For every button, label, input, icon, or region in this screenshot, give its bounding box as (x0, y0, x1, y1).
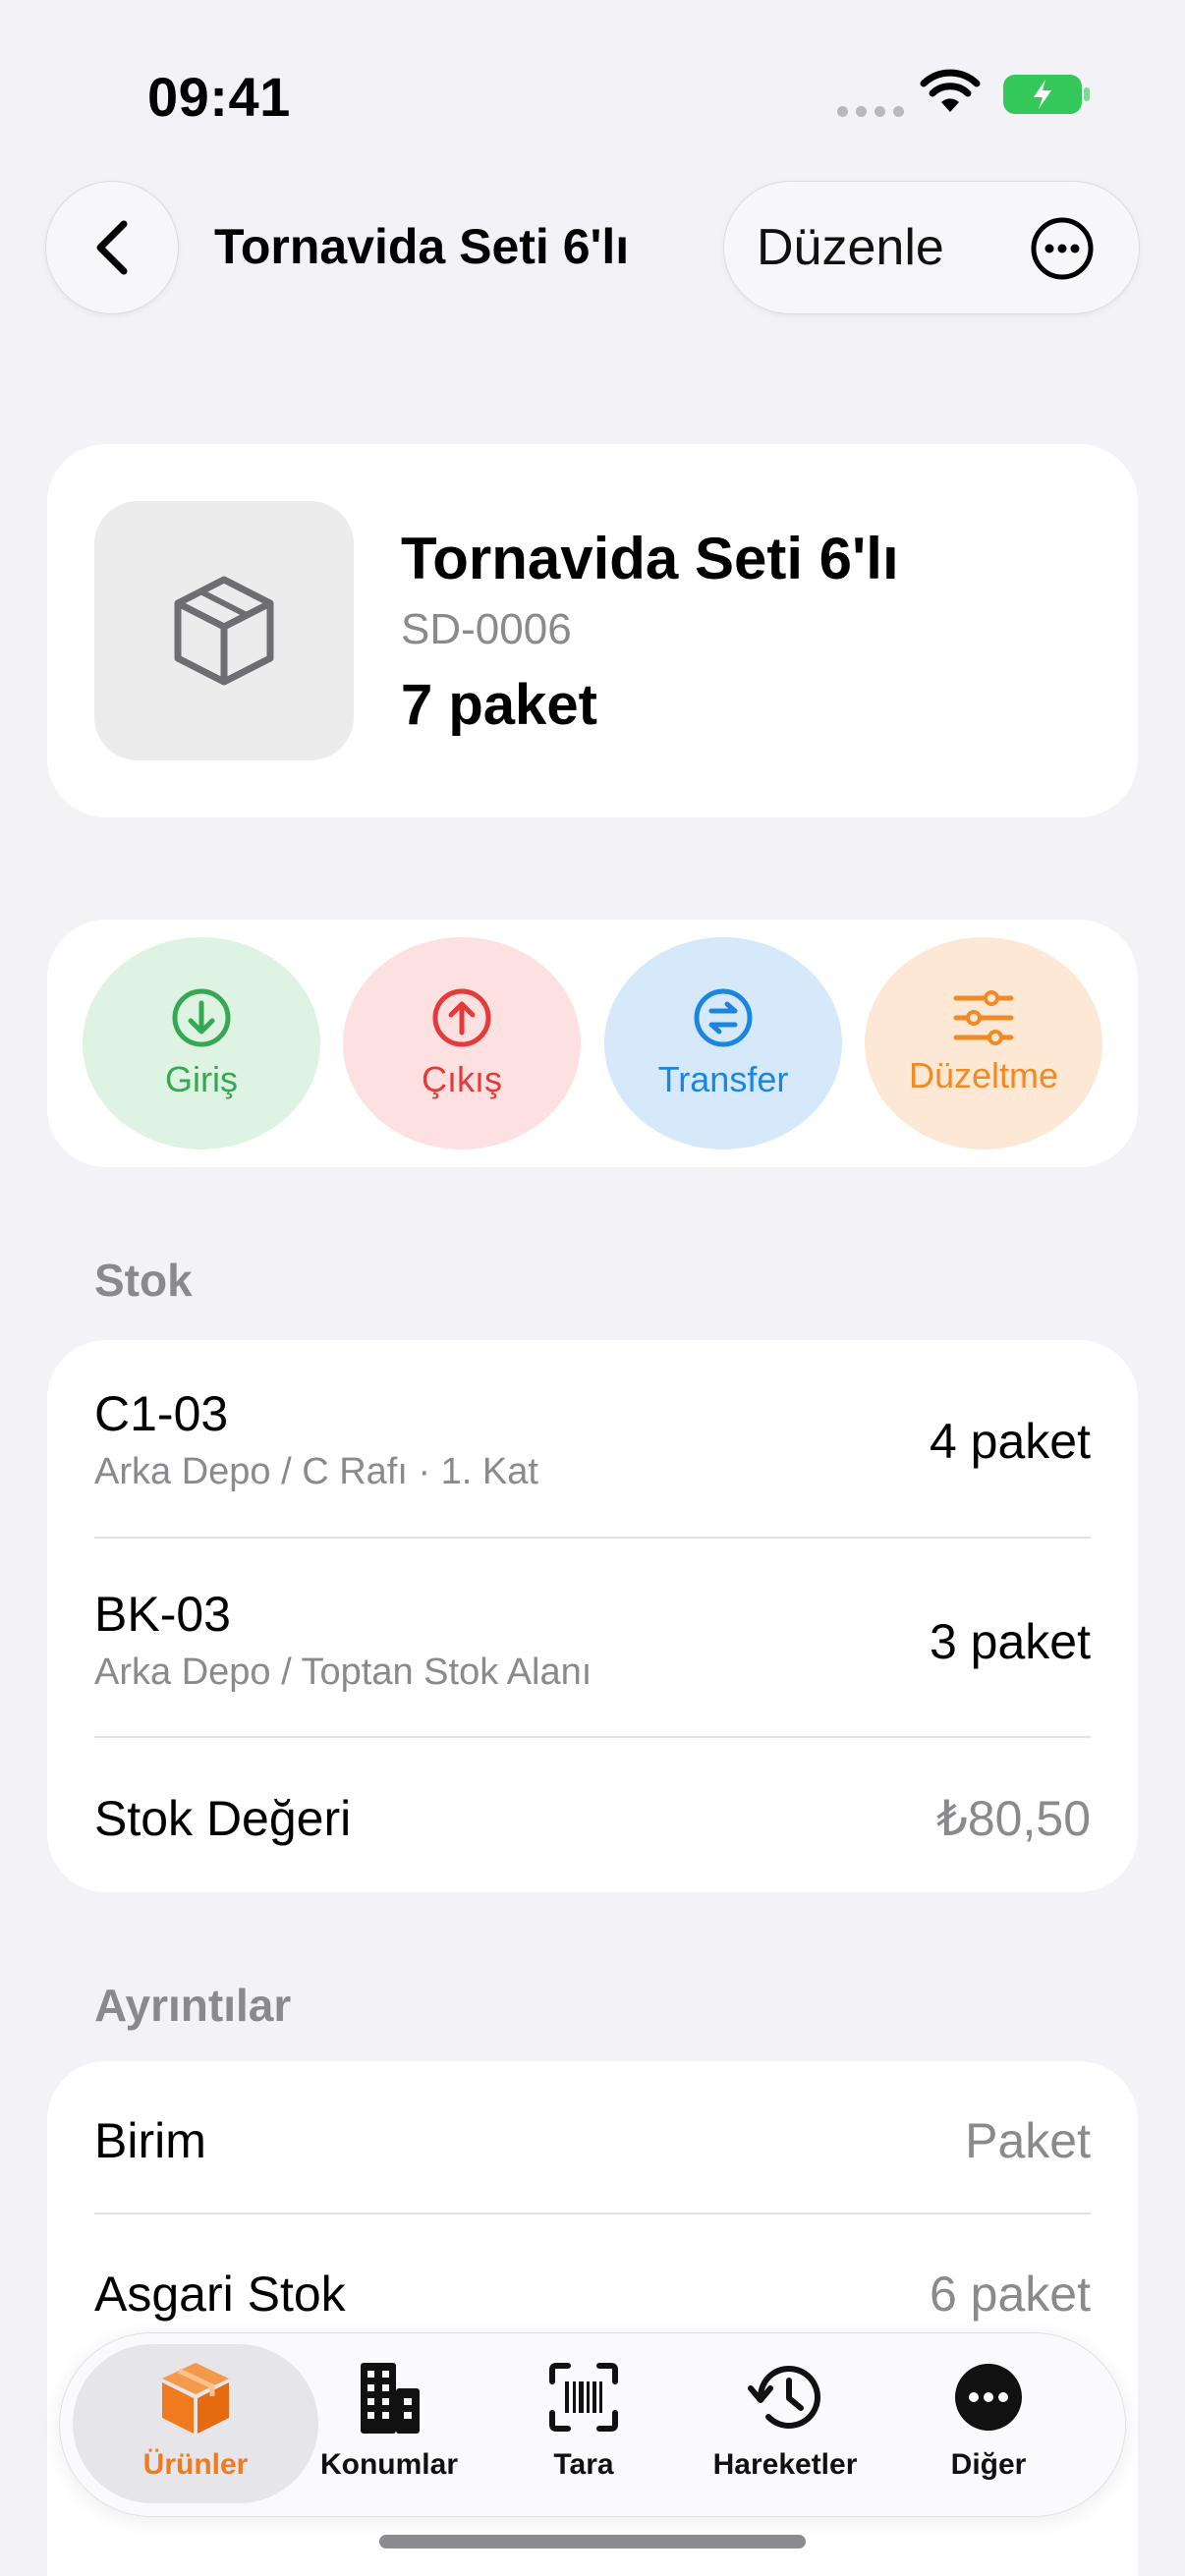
history-icon (748, 2366, 820, 2429)
chevron-left-icon (96, 220, 128, 275)
tab-scan-label: Tara (553, 2448, 614, 2481)
product-image (94, 501, 354, 760)
divider (94, 1736, 1091, 1738)
divider (94, 1537, 1091, 1539)
location-quantity: 4 paket (929, 1414, 1091, 1469)
location-quantity: 3 paket (929, 1614, 1091, 1669)
arrow-up-circle-icon (432, 988, 491, 1047)
product-sku: SD-0006 (401, 605, 572, 653)
more-icon (955, 2364, 1022, 2431)
box-icon (162, 2363, 229, 2434)
product-quantity: 7 paket (401, 673, 597, 737)
edit-button[interactable]: Düzenle (757, 218, 944, 277)
product-name: Tornavida Seti 6'lı (401, 526, 899, 591)
tab-other-label: Diğer (950, 2448, 1027, 2481)
tab-products-label: Ürünler (142, 2448, 249, 2481)
min-stock-value: 6 paket (929, 2267, 1091, 2322)
adjustment-button[interactable]: Düzeltme (865, 937, 1102, 1149)
tab-locations-label: Konumlar (319, 2448, 458, 2481)
back-button[interactable] (45, 181, 179, 314)
building-icon (361, 2363, 420, 2434)
location-path: Arka Depo / Toptan Stok Alanı (94, 1652, 592, 1693)
unit-label: Birim (94, 2113, 206, 2168)
transfer-button[interactable]: Transfer (604, 937, 842, 1149)
tab-other[interactable]: Diğer (890, 2358, 1087, 2482)
stock-out-label: Çıkış (421, 1059, 502, 1099)
tab-scan[interactable]: Tara (485, 2358, 682, 2482)
box-icon (174, 576, 274, 686)
location-code[interactable]: BK-03 (94, 1586, 231, 1643)
wifi-icon (920, 69, 981, 112)
location-code[interactable]: C1-03 (94, 1385, 228, 1442)
min-stock-label: Asgari Stok (94, 2267, 346, 2322)
barcode-scan-icon (549, 2363, 618, 2432)
status-time: 09:41 (147, 66, 291, 128)
tab-locations[interactable]: Konumlar (291, 2358, 487, 2482)
location-path: Arka Depo / C Rafı · 1. Kat (94, 1451, 538, 1492)
stock-value: ₺80,50 (936, 1791, 1091, 1846)
arrows-swap-circle-icon (694, 988, 753, 1047)
stock-in-button[interactable]: Giriş (83, 937, 320, 1149)
stock-out-button[interactable]: Çıkış (343, 937, 581, 1149)
details-section-header: Ayrıntılar (94, 1980, 292, 2031)
unit-value: Paket (965, 2113, 1091, 2168)
stock-section-header: Stok (94, 1255, 193, 1306)
page-title: Tornavida Seti 6'lı (214, 219, 630, 274)
tab-products[interactable]: Ürünler (97, 2358, 294, 2482)
adjustment-label: Düzeltme (908, 1055, 1059, 1095)
battery-charging-icon (1003, 75, 1090, 114)
divider (94, 2212, 1091, 2214)
tab-movements[interactable]: Hareketler (687, 2358, 883, 2482)
sliders-icon (953, 990, 1014, 1045)
transfer-label: Transfer (657, 1059, 789, 1099)
stock-value-label: Stok Değeri (94, 1791, 352, 1846)
home-indicator[interactable] (379, 2535, 806, 2548)
arrow-down-circle-icon (172, 988, 231, 1047)
tab-movements-label: Hareketler (712, 2448, 858, 2481)
more-options-icon[interactable] (1030, 216, 1095, 281)
stock-in-label: Giriş (165, 1059, 238, 1099)
signal-dots-icon (837, 106, 904, 117)
